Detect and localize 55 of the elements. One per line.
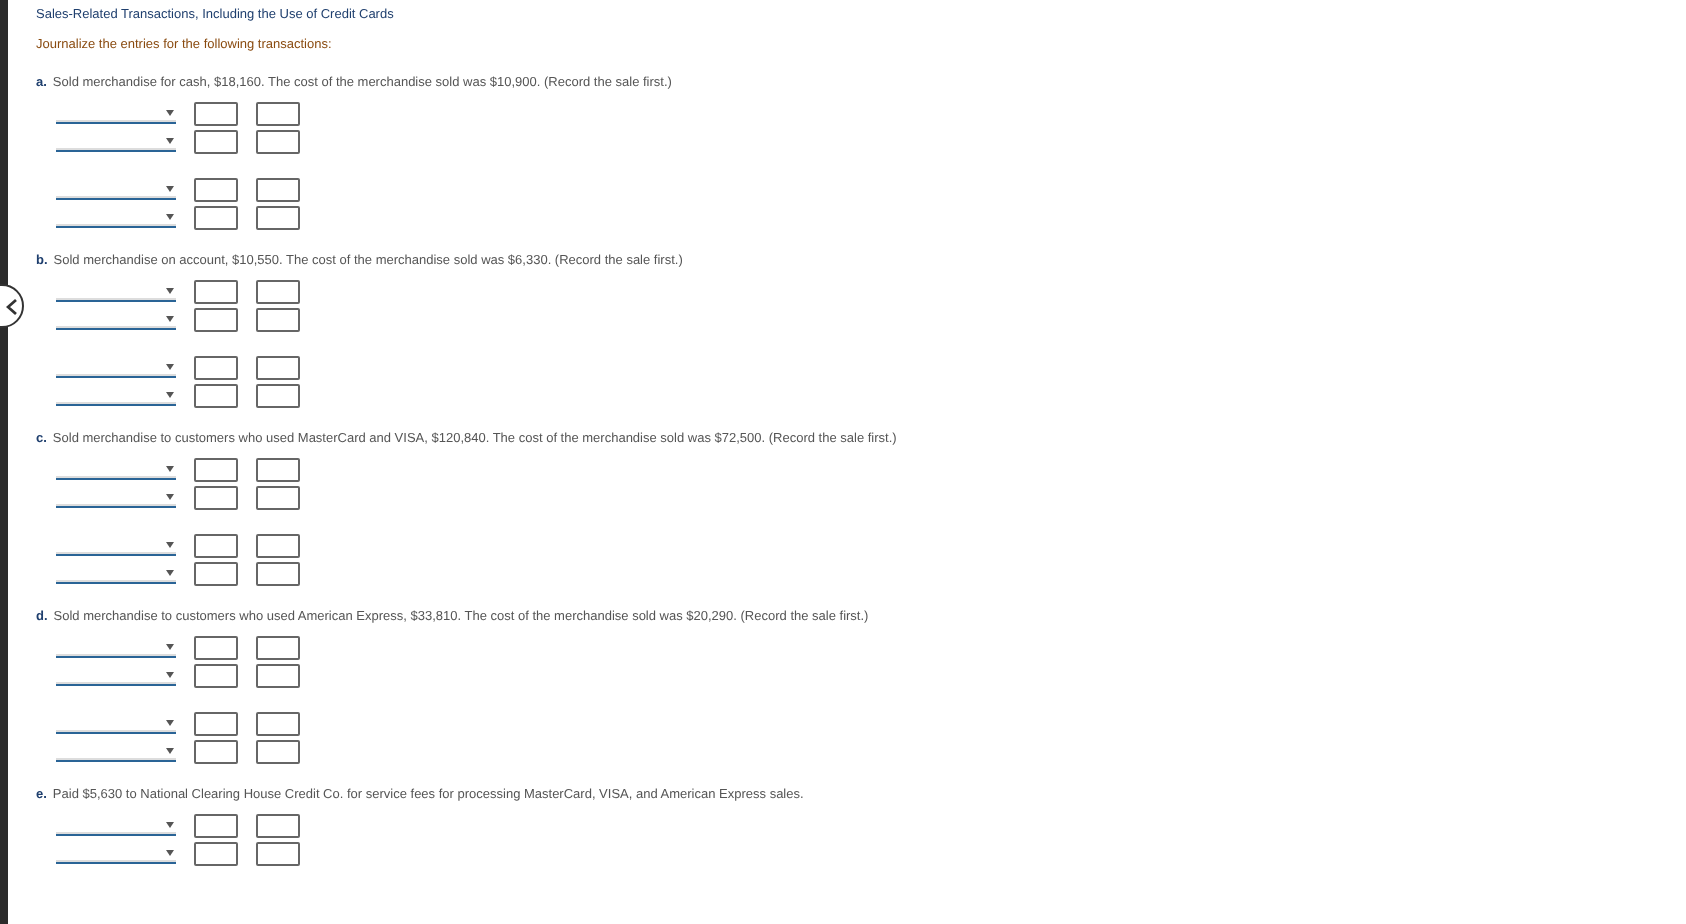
- caret-icon: [166, 850, 174, 856]
- caret-icon: [166, 288, 174, 294]
- credit-input[interactable]: [256, 814, 300, 838]
- caret-icon: [166, 316, 174, 322]
- debit-input[interactable]: [194, 636, 238, 660]
- debit-input[interactable]: [194, 712, 238, 736]
- caret-icon: [166, 138, 174, 144]
- caret-icon: [166, 186, 174, 192]
- caret-icon: [166, 720, 174, 726]
- debit-input[interactable]: [194, 308, 238, 332]
- debit-input[interactable]: [194, 740, 238, 764]
- credit-input[interactable]: [256, 562, 300, 586]
- credit-input[interactable]: [256, 842, 300, 866]
- credit-input[interactable]: [256, 486, 300, 510]
- caret-icon: [166, 494, 174, 500]
- credit-input[interactable]: [256, 102, 300, 126]
- credit-input[interactable]: [256, 534, 300, 558]
- caret-icon: [166, 466, 174, 472]
- credit-input[interactable]: [256, 740, 300, 764]
- credit-input[interactable]: [256, 130, 300, 154]
- debit-input[interactable]: [194, 534, 238, 558]
- credit-input[interactable]: [256, 384, 300, 408]
- credit-input[interactable]: [256, 308, 300, 332]
- caret-icon: [166, 392, 174, 398]
- credit-input[interactable]: [256, 178, 300, 202]
- debit-input[interactable]: [194, 842, 238, 866]
- caret-icon: [166, 214, 174, 220]
- debit-input[interactable]: [194, 664, 238, 688]
- debit-input[interactable]: [194, 562, 238, 586]
- debit-input[interactable]: [194, 458, 238, 482]
- debit-input[interactable]: [194, 384, 238, 408]
- credit-input[interactable]: [256, 206, 300, 230]
- caret-icon: [166, 110, 174, 116]
- chevron-left-icon: [6, 297, 18, 315]
- debit-input[interactable]: [194, 280, 238, 304]
- debit-input[interactable]: [194, 814, 238, 838]
- caret-icon: [166, 644, 174, 650]
- debit-input[interactable]: [194, 130, 238, 154]
- debit-input[interactable]: [194, 178, 238, 202]
- caret-icon: [166, 542, 174, 548]
- caret-icon: [166, 822, 174, 828]
- credit-input[interactable]: [256, 636, 300, 660]
- caret-icon: [166, 570, 174, 576]
- caret-icon: [166, 364, 174, 370]
- credit-input[interactable]: [256, 712, 300, 736]
- credit-input[interactable]: [256, 280, 300, 304]
- debit-input[interactable]: [194, 486, 238, 510]
- credit-input[interactable]: [256, 458, 300, 482]
- debit-input[interactable]: [194, 102, 238, 126]
- credit-input[interactable]: [256, 356, 300, 380]
- credit-input[interactable]: [256, 664, 300, 688]
- caret-icon: [166, 748, 174, 754]
- debit-input[interactable]: [194, 206, 238, 230]
- caret-icon: [166, 672, 174, 678]
- debit-input[interactable]: [194, 356, 238, 380]
